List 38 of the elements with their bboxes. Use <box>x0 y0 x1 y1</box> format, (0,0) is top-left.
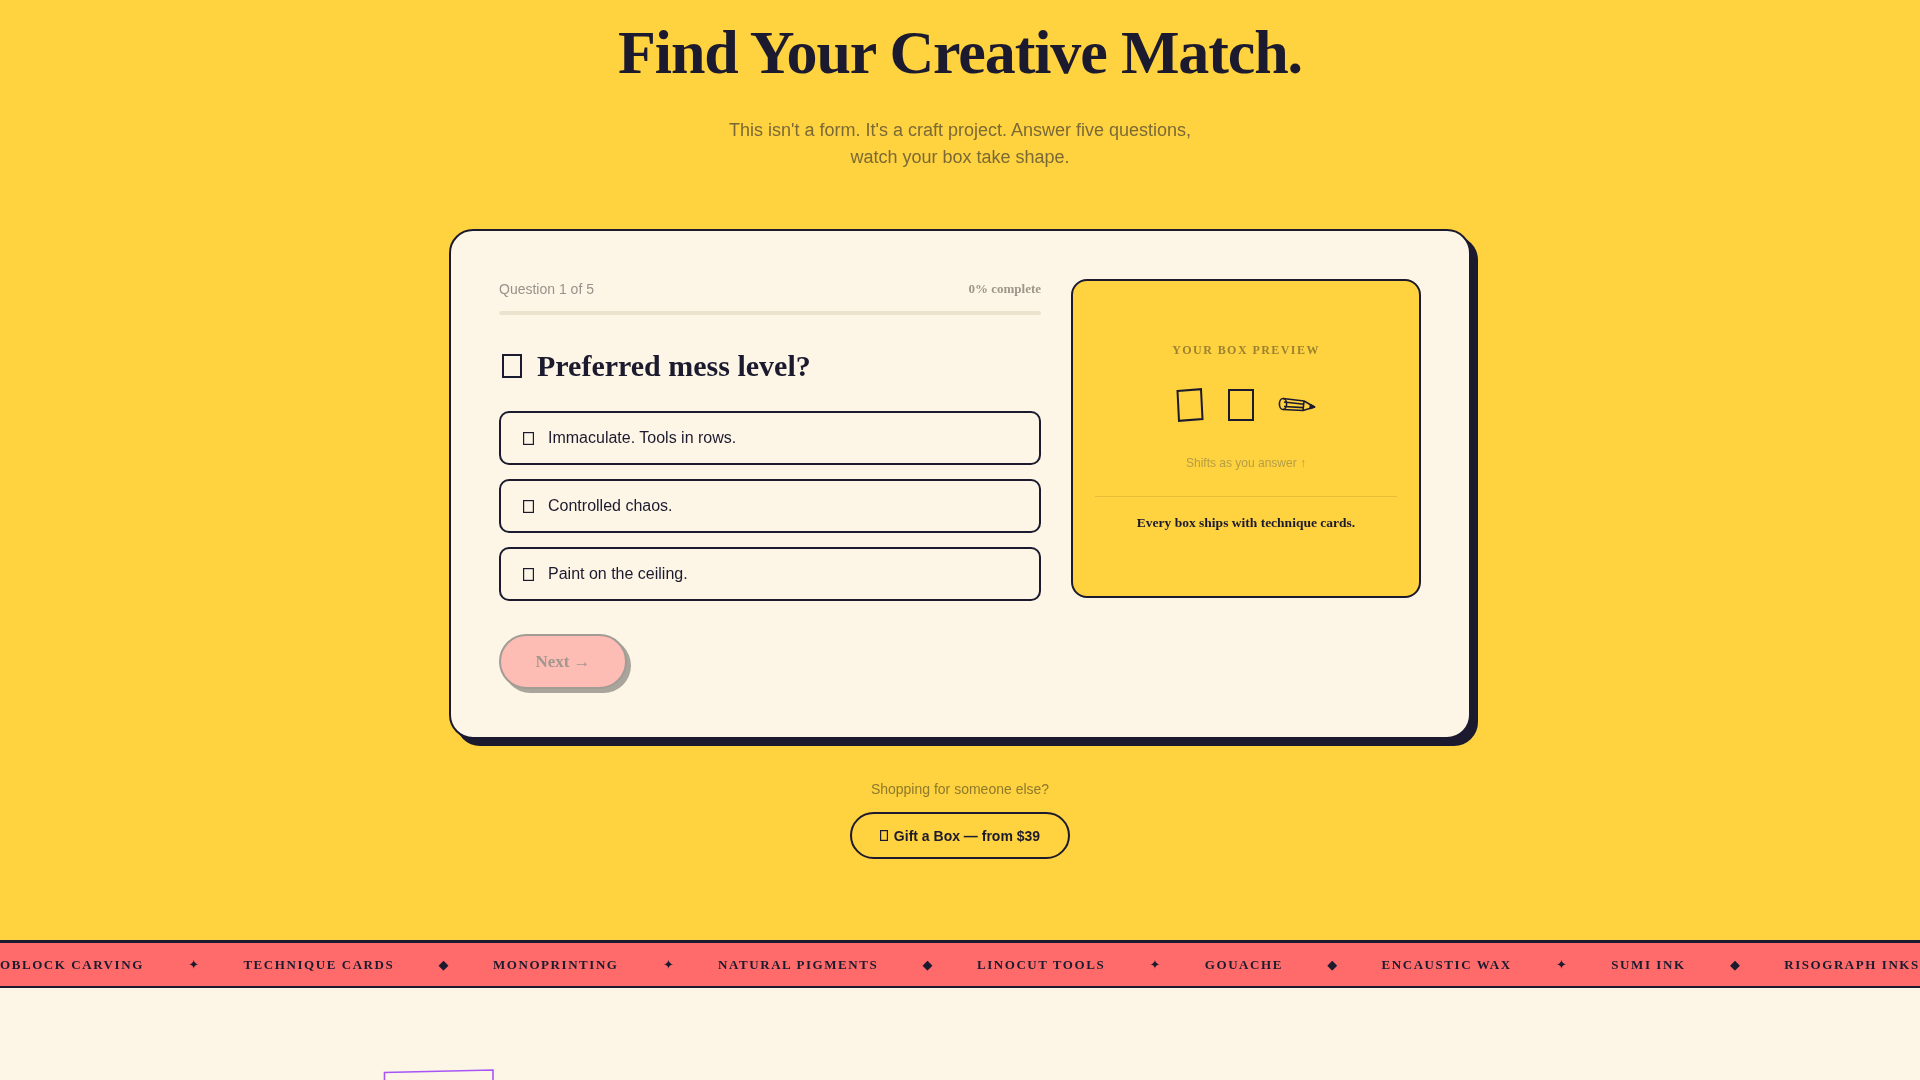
separator-icon: ✦ <box>1556 957 1567 972</box>
preview-caption: Shifts as you answer ↑ <box>1185 456 1307 470</box>
ticker-item: LINOCUT TOOLS <box>976 956 1106 973</box>
answer-option[interactable]: Immaculate. Tools in rows. <box>499 411 1041 465</box>
tilted-frame-edge-icon <box>383 1069 495 1080</box>
separator-icon: ◆ <box>1729 957 1740 972</box>
preview-note: Every box ships with technique cards. <box>1136 515 1356 531</box>
pencil-icon <box>1278 396 1316 414</box>
gift-button[interactable]: Gift a Box — from $39 <box>849 812 1071 859</box>
gift-prompt: Shopping for someone else? <box>870 780 1050 799</box>
separator-icon: ✦ <box>188 957 200 972</box>
question-counter: Question 1 of 5 <box>499 281 594 297</box>
empty-rectangle-icon <box>523 431 534 445</box>
separator-icon: ✦ <box>1149 957 1161 972</box>
answer-option[interactable]: Controlled chaos. <box>499 479 1041 533</box>
ticker-item: GOUACHE <box>1204 956 1283 973</box>
page-title: Find Your Creative Match. <box>618 18 1302 86</box>
preview-label: YOUR BOX PREVIEW <box>1172 343 1320 357</box>
ticker-item: SUMI INK <box>1611 956 1686 973</box>
ticker-item: ENCAUSTIC WAX <box>1381 956 1512 973</box>
ticker-item: RISOGRAPH INKS <box>1784 956 1920 973</box>
ticker-item: TECHNIQUE CARDS <box>243 956 395 973</box>
empty-rectangle-icon <box>523 499 534 513</box>
separator-icon: ◆ <box>922 957 933 972</box>
empty-rectangle-icon <box>1228 389 1254 421</box>
separator-icon: ◆ <box>1327 957 1338 972</box>
empty-rectangle-icon <box>502 354 522 378</box>
separator-icon: ✦ <box>662 957 674 972</box>
ticker-item: MONOPRINTING <box>492 956 619 973</box>
page-subtitle: This isn't a form. It's a craft project. Answer five questions, watch your box take shape. <box>727 119 1193 169</box>
empty-rectangle-icon <box>879 830 888 841</box>
question-title: Preferred mess level? <box>537 348 811 384</box>
empty-rectangle-icon <box>523 567 534 581</box>
ticker-item: NATURAL PIGMENTS <box>718 956 879 973</box>
ticker-item: OBLOCK CARVING <box>0 956 144 973</box>
answer-option[interactable]: Paint on the ceiling. <box>499 547 1041 601</box>
separator-icon: ◆ <box>438 957 449 972</box>
progress-percent: 0% complete <box>968 281 1041 297</box>
